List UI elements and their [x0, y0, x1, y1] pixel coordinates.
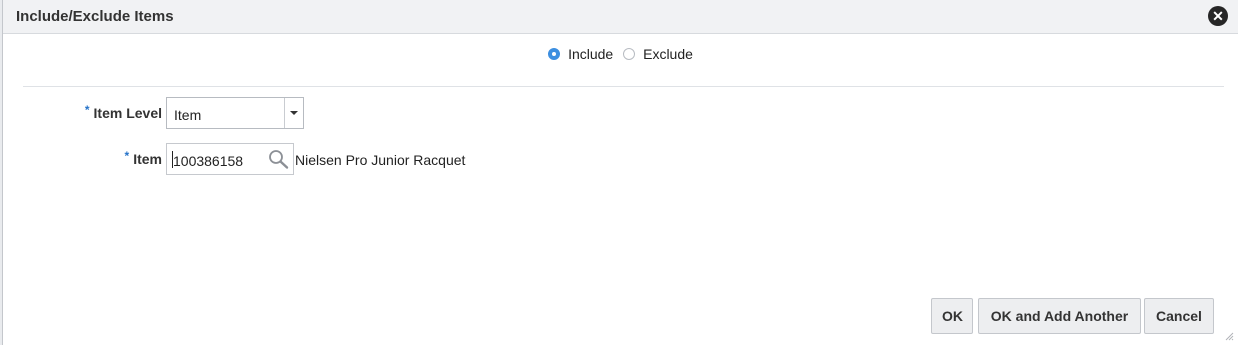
chevron-down-icon [290, 111, 298, 115]
item-description: Nielsen Pro Junior Racquet [295, 152, 466, 168]
item-level-dropdown-button[interactable] [284, 98, 303, 128]
exclude-radio-label[interactable]: Exclude [643, 46, 693, 62]
ok-button[interactable]: OK [931, 298, 973, 334]
item-label: * Item [124, 149, 162, 167]
item-level-label: * Item Level [84, 103, 162, 121]
mode-radio-group: Include Exclude [3, 46, 1238, 63]
item-input[interactable]: 100386158 [166, 143, 294, 175]
exclude-radio[interactable]: Exclude [623, 46, 693, 62]
item-input-value[interactable]: 100386158 [173, 153, 243, 169]
include-radio[interactable]: Include [548, 46, 613, 62]
include-radio-label[interactable]: Include [568, 46, 613, 62]
include-exclude-dialog: Include/Exclude Items ✕ Include Exclude … [2, 0, 1238, 345]
required-marker: * [124, 149, 130, 163]
exclude-radio-circle[interactable] [623, 48, 636, 60]
dialog-titlebar: Include/Exclude Items ✕ [3, 0, 1238, 34]
dialog-title: Include/Exclude Items [16, 8, 174, 25]
section-divider [23, 86, 1224, 87]
include-radio-circle[interactable] [548, 48, 561, 60]
resize-grip-icon[interactable] [1224, 331, 1234, 341]
required-marker: * [84, 103, 90, 117]
item-level-select[interactable]: Item [166, 97, 304, 129]
item-level-value: Item [174, 107, 202, 123]
close-icon[interactable]: ✕ [1208, 6, 1228, 26]
search-icon[interactable] [267, 148, 291, 170]
ok-and-add-another-button[interactable]: OK and Add Another [978, 298, 1141, 334]
cancel-button[interactable]: Cancel [1144, 298, 1214, 334]
